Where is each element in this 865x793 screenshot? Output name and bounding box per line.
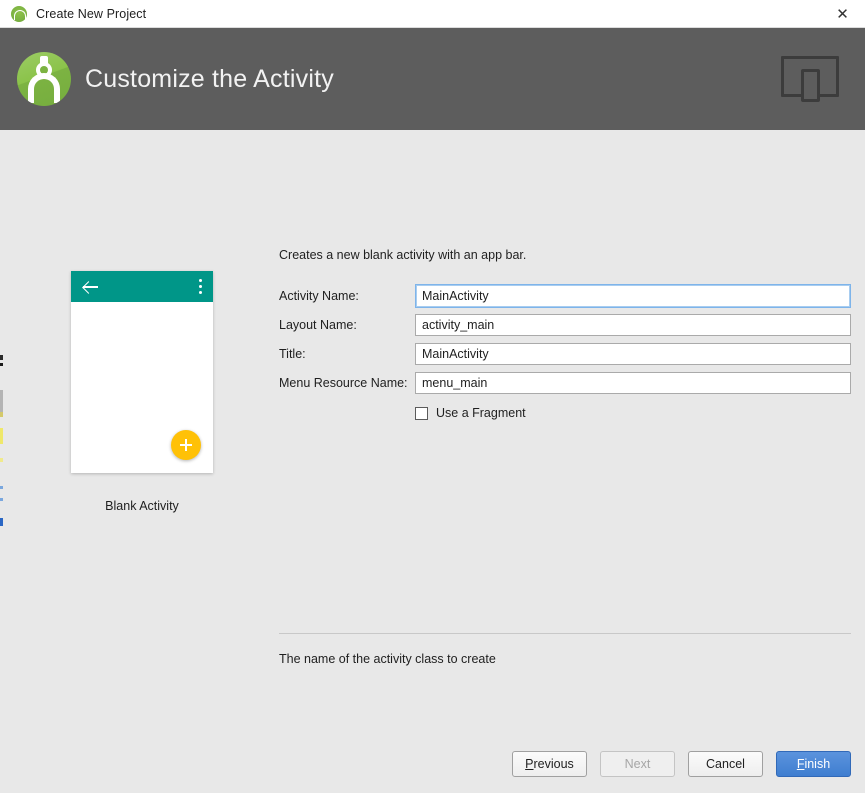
title-label: Title: <box>279 347 306 361</box>
activity-preview[interactable]: Blank Activity <box>71 271 213 513</box>
window-title: Create New Project <box>36 6 147 21</box>
preview-caption: Blank Activity <box>105 499 179 513</box>
next-button-label: Next <box>624 757 651 771</box>
activity-form: Activity Name: Layout Name: Title: Menu … <box>279 284 851 424</box>
use-fragment-checkbox[interactable] <box>415 406 428 420</box>
menu-resource-name-input[interactable] <box>415 372 851 394</box>
android-studio-compass-logo <box>17 52 71 106</box>
back-arrow-icon <box>83 280 98 293</box>
dialog-footer: Previous Next Cancel Finish <box>512 751 851 777</box>
cancel-button[interactable]: Cancel <box>688 751 763 777</box>
activity-name-input[interactable] <box>415 284 851 308</box>
layout-name-label: Layout Name: <box>279 318 357 332</box>
window-edge-artifacts <box>0 260 3 660</box>
help-separator <box>279 633 851 634</box>
field-row-title: Title: <box>279 343 851 365</box>
android-studio-icon <box>11 5 27 22</box>
field-row-layout-name: Layout Name: <box>279 314 851 336</box>
finish-button-label: inish <box>804 757 831 771</box>
phone-mockup <box>71 271 213 473</box>
previous-button[interactable]: Previous <box>512 751 587 777</box>
previous-button-label: revious <box>533 757 574 771</box>
next-button[interactable]: Next <box>600 751 675 777</box>
help-text: The name of the activity class to create <box>279 652 496 666</box>
overflow-menu-icon <box>199 279 203 295</box>
close-icon[interactable]: ✕ <box>820 0 865 28</box>
field-row-activity-name: Activity Name: <box>279 284 851 308</box>
use-fragment-label: Use a Fragment <box>436 406 526 420</box>
activity-description: Creates a new blank activity with an app… <box>279 248 527 262</box>
page-title: Customize the Activity <box>85 64 334 93</box>
menu-resource-name-label: Menu Resource Name: <box>279 376 408 390</box>
dialog-body: Blank Activity Creates a new blank activ… <box>0 130 865 793</box>
window-titlebar: Create New Project ✕ <box>0 0 865 28</box>
field-row-menu-resource-name: Menu Resource Name: <box>279 372 851 394</box>
dialog-header: Customize the Activity <box>0 28 865 130</box>
tablet-and-phone-icon <box>781 56 839 102</box>
use-fragment-checkbox-row[interactable]: Use a Fragment <box>279 402 851 424</box>
preview-appbar <box>71 271 213 302</box>
plus-icon <box>171 430 201 460</box>
layout-name-input[interactable] <box>415 314 851 336</box>
create-new-project-dialog: Create New Project ✕ Customize the Activ… <box>0 0 865 793</box>
title-input[interactable] <box>415 343 851 365</box>
finish-button[interactable]: Finish <box>776 751 851 777</box>
activity-name-label: Activity Name: <box>279 289 359 303</box>
cancel-button-label: Cancel <box>706 757 745 771</box>
